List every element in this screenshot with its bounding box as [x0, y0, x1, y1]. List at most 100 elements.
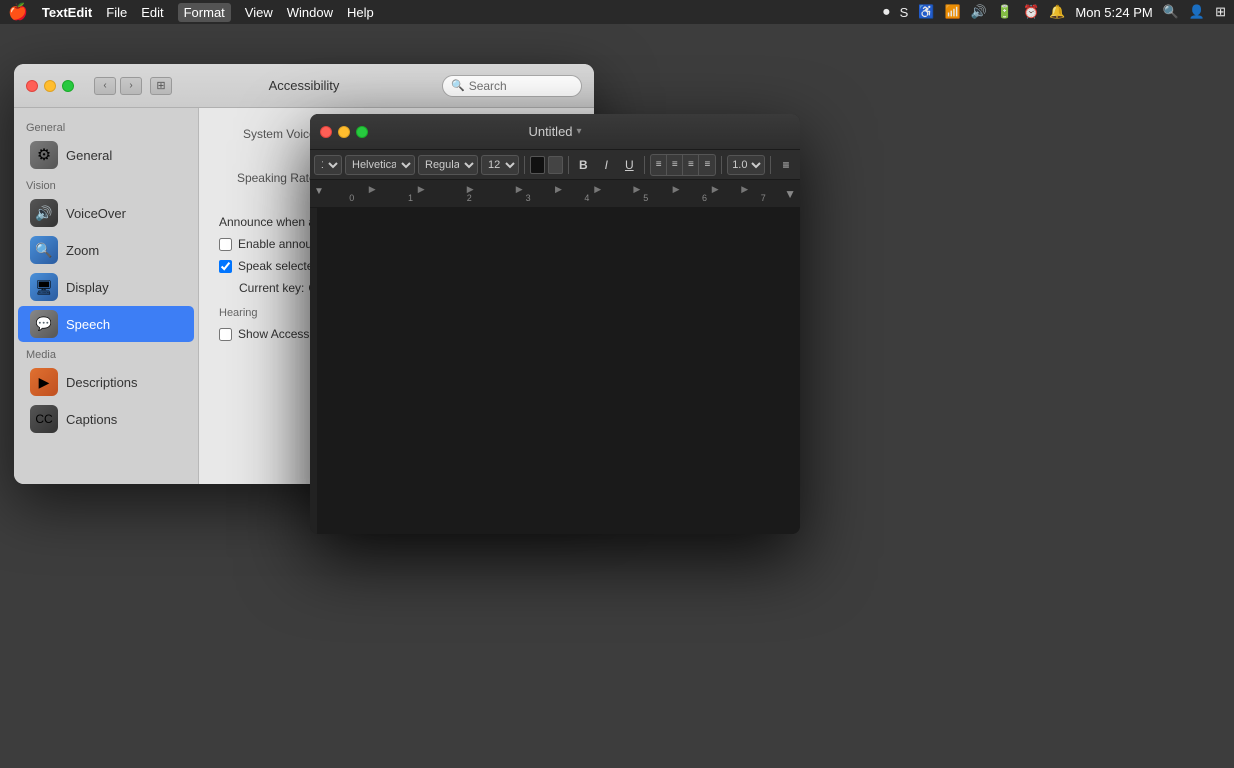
show-accessibility-checkbox[interactable] — [219, 328, 232, 341]
record-icon: ⏺ — [883, 4, 890, 20]
align-justify-button[interactable]: ≡ — [699, 155, 715, 175]
te-toolbar: 1 Helvetica Regular 12 B I U ≡ ≡ ≡ — [310, 150, 800, 180]
ruler-mark-1: 1 — [408, 193, 413, 203]
volume-icon: 🔊 — [971, 4, 987, 20]
panel-sidebar: General ⚙ General Vision 🔊 VoiceOver 🔍 Z… — [14, 108, 199, 484]
ruler-tabstop-4[interactable]: ▶ — [516, 184, 523, 195]
style-select[interactable]: Regular — [418, 155, 478, 175]
battery-icon: 🔋 — [997, 4, 1013, 20]
ruler-tabstop-8[interactable]: ▶ — [673, 184, 680, 195]
sidebar-section-general: General — [14, 116, 198, 136]
te-close-button[interactable] — [320, 126, 332, 138]
app-name[interactable]: TextEdit — [42, 5, 92, 20]
sidebar-item-descriptions[interactable]: ▶ Descriptions — [18, 364, 194, 400]
wifi-icon: 📶 — [944, 4, 960, 20]
align-left-button[interactable]: ≡ — [651, 155, 667, 175]
search-icon: 🔍 — [451, 79, 465, 92]
sidebar-label-captions: Captions — [66, 412, 117, 427]
maximize-button[interactable] — [62, 80, 74, 92]
menu-help[interactable]: Help — [347, 5, 374, 20]
line-spacing-select[interactable]: 1.0 — [727, 155, 765, 175]
sidebar-item-speech[interactable]: 💬 Speech — [18, 306, 194, 342]
voiceover-icon: 🔊 — [30, 199, 58, 227]
panel-titlebar: ‹ › ⊞ Accessibility 🔍 — [14, 64, 594, 108]
ruler-tabstop-9[interactable]: ▶ — [712, 184, 719, 195]
minimize-button[interactable] — [44, 80, 56, 92]
sidebar-label-general: General — [66, 148, 112, 163]
ruler-tabstop-5[interactable]: ▶ — [555, 184, 562, 195]
sidebar-item-zoom[interactable]: 🔍 Zoom — [18, 232, 194, 268]
ruler-mark-0: 0 — [349, 193, 354, 203]
list-select[interactable]: 1 — [314, 155, 342, 175]
te-minimize-button[interactable] — [338, 126, 350, 138]
close-button[interactable] — [26, 80, 38, 92]
underline-button[interactable]: U — [619, 155, 639, 175]
ruler-tabstop-6[interactable]: ▶ — [594, 184, 601, 195]
speak-selected-checkbox[interactable] — [219, 260, 232, 273]
search-icon[interactable]: 🔍 — [1163, 4, 1179, 20]
enable-announce-checkbox[interactable] — [219, 238, 232, 251]
fg-color-box[interactable] — [530, 156, 545, 174]
back-button[interactable]: ‹ — [94, 77, 116, 95]
list-format-button[interactable]: ≡ — [776, 155, 796, 175]
ruler-tabstop-1[interactable]: ▶ — [369, 184, 376, 195]
te-maximize-button[interactable] — [356, 126, 368, 138]
te-left-margin — [310, 208, 318, 534]
te-titlebar: Untitled ▾ — [310, 114, 800, 150]
te-title: Untitled ▾ — [528, 124, 581, 139]
menubar-right: ⏺ S ♿ 📶 🔊 🔋 ⏰ 🔔 Mon 5:24 PM 🔍 👤 ⊞ — [883, 4, 1226, 20]
forward-button[interactable]: › — [120, 77, 142, 95]
menu-format[interactable]: Format — [178, 3, 231, 22]
sidebar-label-speech: Speech — [66, 317, 110, 332]
te-title-text: Untitled — [528, 124, 572, 139]
ruler-tab-down[interactable]: ▼ — [314, 186, 324, 197]
sidebar-label-descriptions: Descriptions — [66, 375, 138, 390]
italic-button[interactable]: I — [596, 155, 616, 175]
system-voice-label: System Voice: — [219, 127, 319, 141]
menu-view[interactable]: View — [245, 5, 273, 20]
captions-icon: CC — [30, 405, 58, 433]
panel-search[interactable]: 🔍 — [442, 75, 582, 97]
ruler-tabstop-2[interactable]: ▶ — [418, 184, 425, 195]
time-machine-icon: ⏰ — [1023, 4, 1039, 20]
divider-3 — [644, 156, 645, 174]
control-center-icon[interactable]: ⊞ — [1215, 4, 1226, 20]
current-key-label: Current key: — [239, 281, 304, 295]
bold-button[interactable]: B — [573, 155, 593, 175]
ruler-tabstop-3[interactable]: ▶ — [467, 184, 474, 195]
sidebar-item-display[interactable]: 🖥 Display — [18, 269, 194, 305]
align-center-button[interactable]: ≡ — [667, 155, 683, 175]
textedit-window: Untitled ▾ 1 Helvetica Regular 12 B I — [310, 114, 800, 534]
grid-button[interactable]: ⊞ — [150, 77, 172, 95]
sidebar-section-vision: Vision — [14, 174, 198, 194]
te-editor[interactable] — [318, 208, 800, 534]
user-icon[interactable]: 👤 — [1189, 4, 1205, 20]
te-title-chevron: ▾ — [577, 126, 582, 137]
ruler-tabstop-10[interactable]: ▶ — [741, 184, 748, 195]
menu-window[interactable]: Window — [287, 5, 333, 20]
menu-edit[interactable]: Edit — [141, 5, 163, 20]
align-right-button[interactable]: ≡ — [683, 155, 699, 175]
menu-file[interactable]: File — [106, 5, 127, 20]
divider-5 — [770, 156, 771, 174]
search-input[interactable] — [469, 79, 573, 93]
te-ruler: ▼ 0 1 2 3 4 5 6 7 ▶ ▶ ▶ ▶ ▶ ▶ ▶ ▶ ▶ ▶ — [310, 180, 800, 208]
panel-title: Accessibility — [269, 78, 340, 93]
size-select[interactable]: 12 — [481, 155, 519, 175]
ruler-mark-6: 6 — [702, 193, 707, 203]
font-select[interactable]: Helvetica — [345, 155, 415, 175]
apple-menu[interactable]: 🍎 — [8, 2, 28, 22]
sidebar-label-display: Display — [66, 280, 109, 295]
sidebar-item-captions[interactable]: CC Captions — [18, 401, 194, 437]
sidebar-item-voiceover[interactable]: 🔊 VoiceOver — [18, 195, 194, 231]
bg-color-box[interactable] — [548, 156, 563, 174]
speech-icon: 💬 — [30, 310, 58, 338]
ruler-mark-7: 7 — [761, 193, 766, 203]
ruler-tabstop-7[interactable]: ▶ — [633, 184, 640, 195]
ruler-mark-3: 3 — [526, 193, 531, 203]
ruler-end-arrow[interactable]: ▼ — [784, 187, 796, 201]
ruler-mark-4: 4 — [584, 193, 589, 203]
accessibility-icon: ♿ — [918, 4, 934, 20]
sidebar-item-general[interactable]: ⚙ General — [18, 137, 194, 173]
menubar-left: 🍎 TextEdit File Edit Format View Window … — [8, 2, 374, 22]
